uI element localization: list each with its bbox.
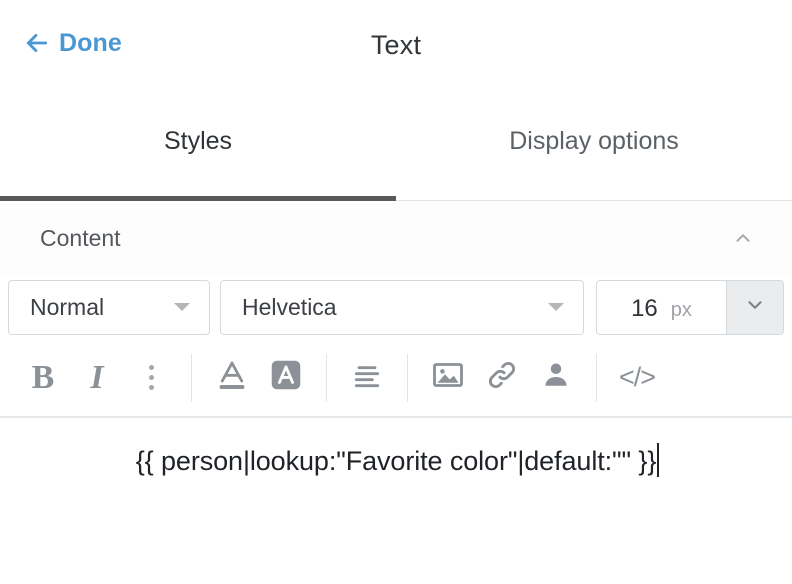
page-title: Text — [0, 30, 792, 61]
italic-label: I — [90, 359, 103, 397]
tab-styles-label: Styles — [164, 127, 232, 156]
font-size-control[interactable]: 16 px — [596, 280, 784, 335]
text-format-controls: Normal Helvetica 16 px — [0, 275, 792, 339]
rich-text-toolbar: B I — [0, 339, 792, 417]
highlight-color-icon — [268, 357, 304, 398]
align-left-icon — [351, 359, 383, 396]
toolbar-divider — [596, 354, 597, 402]
text-color-button[interactable] — [205, 351, 259, 405]
font-size-value: 16 — [631, 295, 658, 323]
highlight-color-button[interactable] — [259, 351, 313, 405]
insert-image-button[interactable] — [421, 351, 475, 405]
italic-button[interactable]: I — [70, 351, 124, 405]
toolbar-divider — [326, 354, 327, 402]
person-merge-tag-icon — [539, 358, 573, 397]
font-family-value: Helvetica — [221, 294, 541, 321]
insert-image-icon — [430, 357, 466, 398]
tab-styles[interactable]: Styles — [0, 104, 396, 200]
content-section-header[interactable]: Content — [0, 201, 792, 275]
editor-content[interactable]: {{ person|lookup:"Favorite color"|defaul… — [136, 446, 656, 477]
text-color-icon — [214, 357, 250, 398]
more-options-button[interactable] — [124, 351, 178, 405]
align-button[interactable] — [340, 351, 394, 405]
font-size-stepper[interactable] — [726, 281, 783, 334]
paragraph-style-value: Normal — [9, 294, 167, 321]
insert-link-button[interactable] — [475, 351, 529, 405]
caret-down-icon — [167, 303, 197, 311]
kebab-menu-icon — [149, 365, 154, 390]
merge-tag-button[interactable] — [529, 351, 583, 405]
bold-button[interactable]: B — [16, 351, 70, 405]
insert-link-icon — [484, 357, 520, 398]
tab-display-options[interactable]: Display options — [396, 104, 792, 200]
bold-label: B — [32, 359, 55, 397]
font-family-select[interactable]: Helvetica — [220, 280, 584, 335]
toolbar-divider — [407, 354, 408, 402]
code-label: </> — [619, 362, 655, 393]
tab-display-options-label: Display options — [509, 127, 679, 156]
font-size-input[interactable]: 16 px — [597, 281, 726, 334]
code-view-button[interactable]: </> — [610, 351, 664, 405]
toolbar-divider — [191, 354, 192, 402]
caret-down-icon — [541, 303, 571, 311]
text-editor-area[interactable]: {{ person|lookup:"Favorite color"|defaul… — [0, 417, 792, 505]
chevron-down-icon — [744, 294, 766, 321]
paragraph-style-select[interactable]: Normal — [8, 280, 210, 335]
tab-bar: Styles Display options — [0, 104, 792, 201]
font-size-unit: px — [671, 299, 692, 322]
content-section-title: Content — [40, 225, 726, 252]
app-header: Done Text — [0, 0, 792, 104]
chevron-up-icon[interactable] — [726, 221, 760, 255]
